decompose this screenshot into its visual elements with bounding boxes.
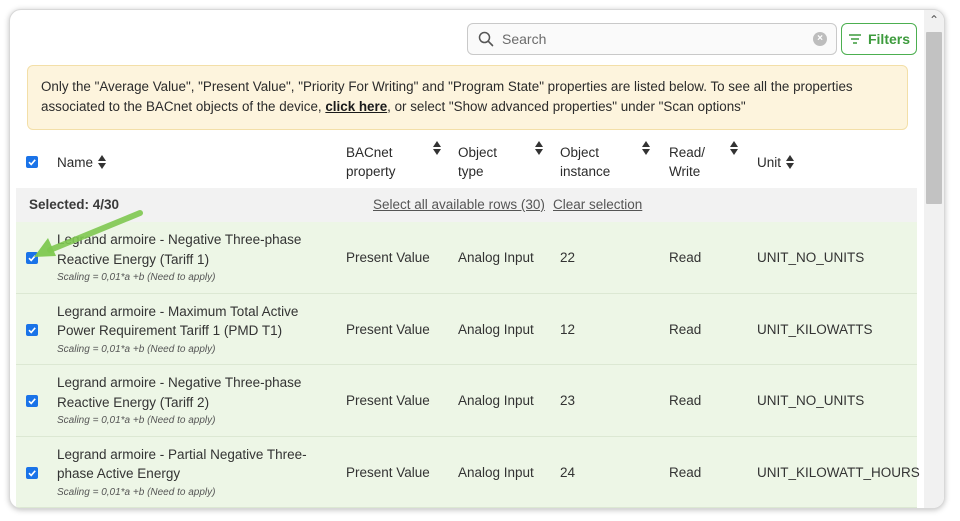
row-type: Analog Input	[458, 250, 534, 265]
scrollbar-thumb[interactable]	[926, 32, 942, 204]
filters-button[interactable]: Filters	[841, 23, 917, 55]
sort-icon	[786, 155, 795, 169]
chevron-up-icon[interactable]: ⌃	[928, 14, 940, 26]
sort-icon	[730, 141, 739, 155]
column-rw-label: Read/Write	[669, 145, 706, 179]
checkbox-checked-icon	[26, 156, 38, 168]
row-checkbox[interactable]	[26, 394, 38, 409]
filters-label: Filters	[867, 31, 910, 47]
column-property-label: BACnet property	[346, 145, 396, 179]
row-instance: 12	[560, 321, 576, 337]
clear-search-icon[interactable]: ×	[813, 32, 827, 46]
sort-icon	[642, 141, 651, 155]
checkbox-checked-icon	[26, 252, 38, 264]
column-name[interactable]: Name	[57, 136, 107, 188]
click-here-link[interactable]: click here	[325, 99, 387, 114]
row-scaling: Scaling = 0,01*a +b (Need to apply)	[57, 343, 216, 355]
column-object-type[interactable]: Object type	[458, 136, 548, 188]
row-rw: Read	[669, 393, 702, 408]
selection-bar: Selected: 4/30 Select all available rows…	[16, 188, 917, 222]
row-instance: 22	[560, 250, 576, 265]
column-bacnet-property[interactable]: BACnet property	[346, 136, 446, 188]
row-type: Analog Input	[458, 393, 534, 408]
row-property: Present Value	[346, 250, 430, 265]
row-name: Legrand armoire - Maximum Total Active P…	[57, 303, 299, 339]
table-row[interactable]: Legrand armoire - Negative Three-phase R…	[16, 222, 917, 294]
row-checkbox[interactable]	[26, 323, 38, 338]
row-unit: UNIT_KILOWATTS	[757, 321, 873, 337]
table-body: Legrand armoire - Negative Three-phase R…	[16, 222, 920, 508]
row-type: Analog Input	[458, 321, 534, 337]
row-name: Legrand armoire - Negative Three-phase R…	[57, 375, 302, 410]
sort-icon	[98, 155, 107, 169]
table-row[interactable]: Legrand armoire - Partial Negative Three…	[16, 436, 920, 508]
row-name: Legrand armoire - Negative Three-phase R…	[57, 232, 302, 267]
select-all-checkbox[interactable]	[26, 136, 38, 188]
column-unit-label: Unit	[757, 154, 782, 170]
row-rw: Read	[669, 250, 702, 265]
search-box[interactable]: ×	[467, 23, 837, 55]
checkbox-checked-icon	[26, 323, 38, 336]
search-input[interactable]	[502, 31, 813, 47]
row-type: Analog Input	[458, 464, 534, 480]
column-object-instance[interactable]: Object instance	[560, 136, 660, 188]
row-checkbox[interactable]	[26, 251, 38, 266]
column-instance-label: Object instance	[560, 145, 611, 179]
properties-panel: × Filters Only the "Average Value", "Pre…	[9, 9, 945, 509]
row-instance: 24	[560, 464, 576, 480]
column-unit[interactable]: Unit	[757, 136, 795, 188]
checkbox-checked-icon	[26, 395, 38, 407]
search-icon	[478, 31, 494, 47]
column-read-write[interactable]: Read/Write	[669, 136, 749, 188]
table-row[interactable]: Legrand armoire - Maximum Total Active P…	[16, 293, 917, 365]
row-checkbox[interactable]	[26, 466, 38, 481]
checkbox-checked-icon	[26, 466, 38, 479]
row-name: Legrand armoire - Partial Negative Three…	[57, 446, 307, 482]
selection-count: Selected: 4/30	[29, 197, 120, 212]
select-all-link[interactable]: Select all available rows (30)	[373, 197, 545, 212]
row-property: Present Value	[346, 464, 430, 480]
row-scaling: Scaling = 0,01*a +b (Need to apply)	[57, 272, 216, 283]
notice-text-end: , or select "Show advanced properties" u…	[387, 99, 746, 114]
column-type-label: Object type	[458, 145, 498, 179]
vertical-scrollbar[interactable]: ⌃	[924, 10, 944, 508]
clear-selection-link[interactable]: Clear selection	[553, 197, 642, 212]
row-scaling: Scaling = 0,01*a +b (Need to apply)	[57, 415, 216, 426]
table-header: Name BACnet property Object type Object ins…	[16, 136, 917, 188]
row-property: Present Value	[346, 321, 430, 337]
column-name-label: Name	[57, 154, 94, 170]
sort-icon	[535, 141, 544, 155]
row-rw: Read	[669, 321, 702, 337]
info-notice: Only the "Average Value", "Present Value…	[27, 65, 908, 130]
filter-icon	[848, 34, 861, 44]
sort-icon	[433, 141, 442, 155]
row-unit: UNIT_NO_UNITS	[757, 393, 865, 408]
row-unit: UNIT_NO_UNITS	[757, 250, 865, 265]
row-instance: 23	[560, 393, 576, 408]
row-scaling: Scaling = 0,01*a +b (Need to apply)	[57, 486, 216, 498]
row-rw: Read	[669, 464, 702, 480]
row-unit: UNIT_KILOWATT_HOURS	[757, 464, 920, 480]
table-row[interactable]: Legrand armoire - Negative Three-phase R…	[16, 365, 917, 437]
row-property: Present Value	[346, 393, 430, 408]
